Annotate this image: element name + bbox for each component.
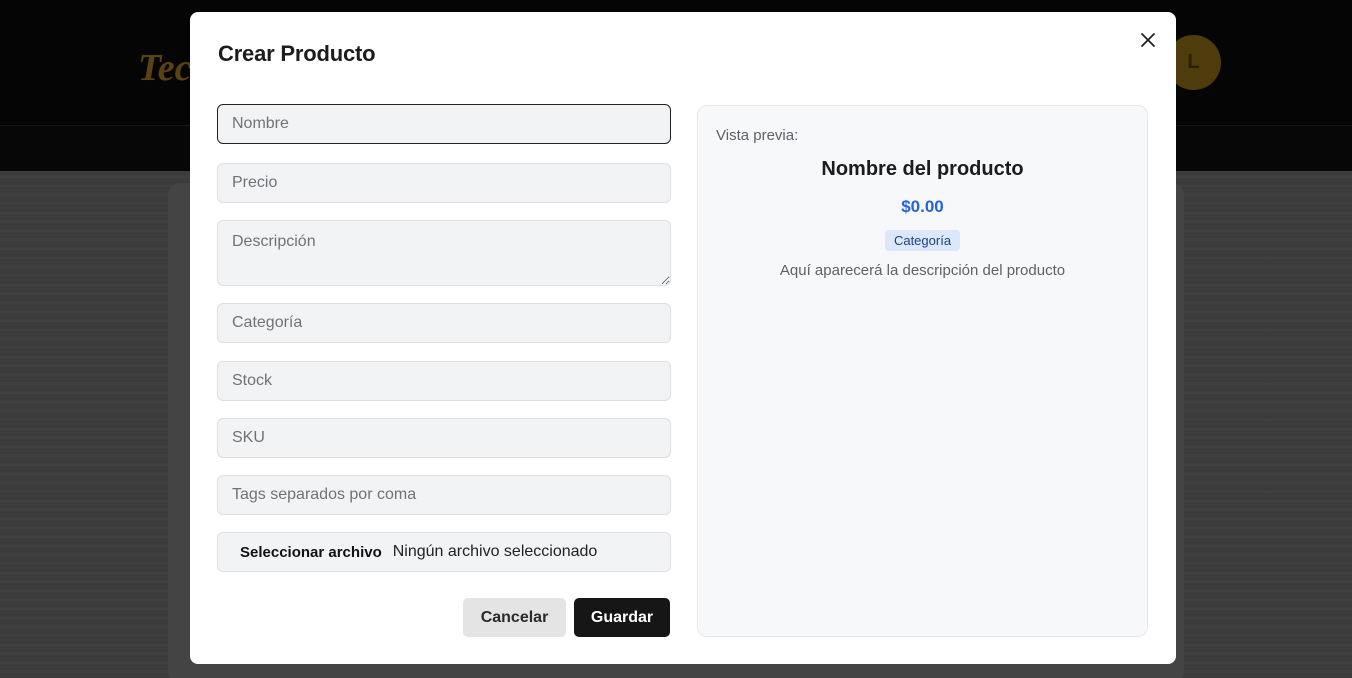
modal-title: Crear Producto bbox=[218, 41, 376, 66]
create-product-modal: Crear Producto Seleccionar archivo Ningú… bbox=[190, 12, 1176, 664]
sku-input[interactable] bbox=[217, 418, 671, 458]
preview-badge-row: Categoría bbox=[698, 230, 1147, 251]
description-textarea[interactable] bbox=[217, 220, 671, 286]
category-input[interactable] bbox=[217, 303, 671, 343]
preview-product-price: $0.00 bbox=[901, 197, 944, 216]
preview-label: Vista previa: bbox=[716, 127, 799, 144]
tags-input[interactable] bbox=[217, 475, 671, 515]
preview-product-description: Aquí aparecerá la descripción del produc… bbox=[779, 262, 1066, 279]
close-icon bbox=[1141, 33, 1155, 47]
product-preview: Vista previa: Nombre del producto $0.00 … bbox=[697, 105, 1148, 637]
stock-input[interactable] bbox=[217, 361, 671, 401]
file-status: Ningún archivo seleccionado bbox=[392, 543, 598, 560]
save-button[interactable]: Guardar bbox=[574, 598, 670, 637]
name-input[interactable] bbox=[217, 104, 671, 144]
preview-product-name: Nombre del producto bbox=[821, 158, 1024, 180]
price-input[interactable] bbox=[217, 163, 671, 203]
cancel-button[interactable]: Cancelar bbox=[463, 598, 566, 637]
file-input[interactable]: Seleccionar archivo Ningún archivo selec… bbox=[217, 532, 671, 572]
close-button[interactable] bbox=[1136, 28, 1160, 52]
preview-category-badge: Categoría bbox=[884, 230, 961, 251]
app-logo: Tec bbox=[138, 47, 192, 89]
select-file-button[interactable]: Seleccionar archivo bbox=[240, 544, 382, 561]
